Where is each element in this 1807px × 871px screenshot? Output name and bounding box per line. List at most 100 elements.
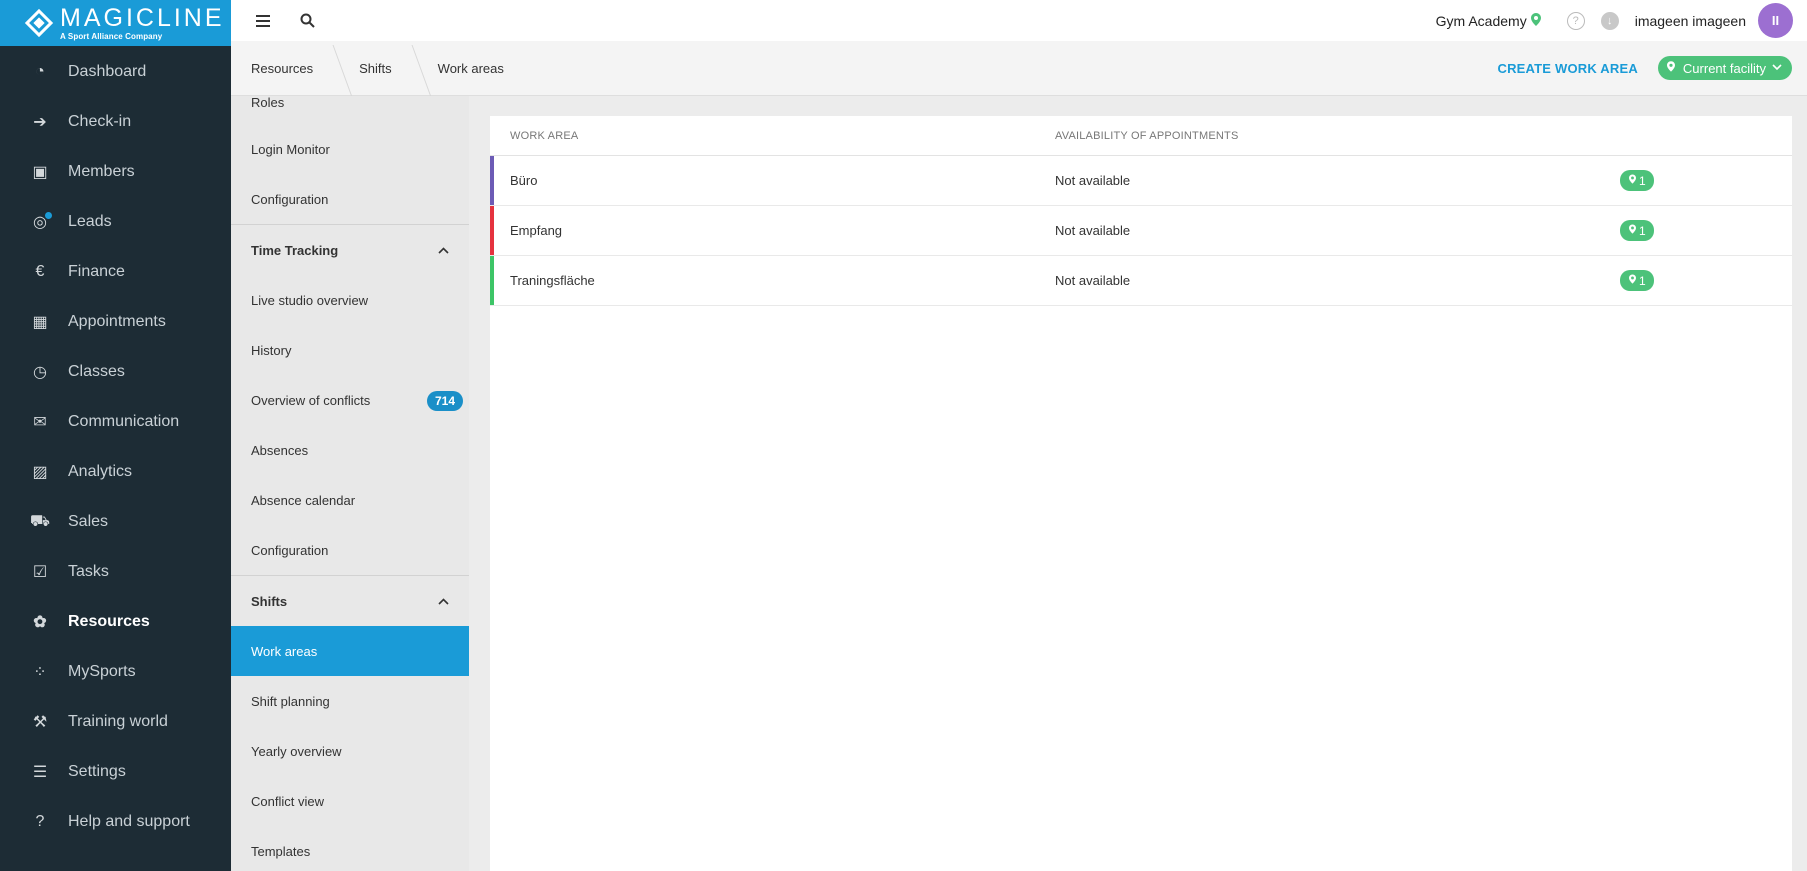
brand-name: MAGICLINE	[60, 3, 225, 32]
availability-value: Not available	[1055, 223, 1131, 238]
subnav-item-time-tracking-configuration[interactable]: Configuration	[231, 525, 469, 575]
nav-item-help[interactable]: ? Help and support	[0, 797, 231, 847]
nav-item-finance[interactable]: € Finance	[0, 247, 231, 297]
nav-item-tasks[interactable]: ☑ Tasks	[0, 547, 231, 597]
facility-count-badge[interactable]: 1	[1620, 270, 1654, 291]
finance-icon: €	[35, 263, 45, 280]
breadcrumb: Resources Shifts Work areas CREATE WORK …	[231, 41, 1807, 96]
check-in-icon: ➔	[33, 114, 47, 131]
subnav-label: Shift planning	[251, 693, 330, 709]
subnav-label: Work areas	[251, 643, 318, 659]
conflicts-count-badge: 714	[426, 391, 463, 411]
user-name[interactable]: imageen imageen	[1635, 13, 1746, 29]
section-title: Time Tracking	[251, 242, 339, 258]
table-row[interactable]: Traningsfläche Not available 1	[490, 256, 1792, 306]
subnav-section-shifts[interactable]: Shifts	[231, 575, 469, 626]
nav-item-settings[interactable]: ☰ Settings	[0, 747, 231, 797]
subnav-item-configuration[interactable]: Configuration	[231, 174, 469, 224]
subnav-item-live-studio-overview[interactable]: Live studio overview	[231, 275, 469, 325]
nav-label: Finance	[68, 263, 125, 280]
facility-count: 1	[1639, 223, 1646, 238]
work-area-name: Empfang	[510, 223, 563, 238]
subnav-item-roles[interactable]: Roles	[231, 96, 469, 124]
breadcrumb-shifts[interactable]: Shifts	[339, 41, 418, 96]
subnav-label: Configuration	[251, 542, 329, 558]
nav-item-mysports[interactable]: ⁘ MySports	[0, 647, 231, 697]
members-icon: ▣	[32, 164, 48, 181]
avatar[interactable]: II	[1758, 3, 1793, 38]
nav-item-analytics[interactable]: ▨ Analytics	[0, 447, 231, 497]
main-sidebar: MAGICLINE A Sport Alliance Company ◔ Dash…	[0, 0, 231, 871]
breadcrumb-work-areas: Work areas	[437, 60, 504, 76]
create-work-area-button[interactable]: CREATE WORK AREA	[1498, 61, 1638, 76]
work-areas-table: WORK AREA AVAILABILITY OF APPOINTMENTS B…	[490, 116, 1792, 871]
subnav-item-work-areas[interactable]: Work areas	[231, 626, 469, 676]
facility-count: 1	[1639, 173, 1646, 188]
nav-item-members[interactable]: ▣ Members	[0, 147, 231, 197]
nav-item-classes[interactable]: ◷ Classes	[0, 347, 231, 397]
nav-item-dashboard[interactable]: ◔ Dashboard	[0, 47, 231, 97]
current-facility-dropdown[interactable]: Current facility	[1657, 56, 1792, 80]
nav-item-communication[interactable]: ✉ Communication	[0, 397, 231, 447]
subnav-label: Configuration	[251, 191, 329, 207]
task-check-icon: ☑	[32, 564, 48, 581]
nav-item-sales[interactable]: ⛟ Sales	[0, 497, 231, 547]
nav-item-appointments[interactable]: ▦ Appointments	[0, 297, 231, 347]
dashboard-icon: ◔	[35, 63, 45, 80]
facility-label: Current facility	[1682, 60, 1766, 76]
sliders-icon: ☰	[32, 764, 48, 781]
nav-label: Analytics	[68, 463, 133, 480]
subnav-section-time-tracking[interactable]: Time Tracking	[231, 224, 469, 275]
nav-item-check-in[interactable]: ➔ Check-in	[0, 97, 231, 147]
breadcrumb-resources[interactable]: Resources	[231, 41, 339, 96]
column-header-work-area[interactable]: WORK AREA	[490, 130, 1055, 142]
main-content: WORK AREA AVAILABILITY OF APPOINTMENTS B…	[469, 96, 1807, 871]
nav-label: Members	[68, 163, 135, 180]
facility-count-badge[interactable]: 1	[1620, 220, 1654, 241]
help-icon[interactable]: ?	[1566, 11, 1585, 30]
facility-count-badge[interactable]: 1	[1620, 170, 1654, 191]
nav-label: Check-in	[68, 113, 132, 130]
nav-label: MySports	[68, 663, 136, 680]
nav-item-leads[interactable]: ◎ Leads	[0, 197, 231, 247]
nav-item-training-world[interactable]: ⚒ Training world	[0, 697, 231, 747]
subnav-label: Templates	[251, 843, 311, 859]
nav-label: Communication	[68, 413, 180, 430]
nav-label: Dashboard	[68, 63, 147, 80]
download-icon[interactable]: ↓	[1600, 11, 1619, 30]
resources-subnav: Roles Login Monitor Configuration Time T…	[231, 96, 469, 871]
nav-label: Settings	[68, 763, 126, 780]
subnav-item-history[interactable]: History	[231, 325, 469, 375]
subnav-label: Yearly overview	[251, 743, 342, 759]
column-header-availability[interactable]: AVAILABILITY OF APPOINTMENTS	[1055, 130, 1620, 142]
subnav-item-absence-calendar[interactable]: Absence calendar	[231, 475, 469, 525]
nav-item-resources[interactable]: ✿ Resources	[0, 597, 231, 647]
work-area-color-strip	[490, 156, 494, 205]
location-pin-icon	[1530, 12, 1541, 29]
subnav-item-overview-of-conflicts[interactable]: Overview of conflicts 714	[231, 375, 469, 425]
resources-icon: ✿	[33, 614, 47, 631]
subnav-label: Live studio overview	[251, 292, 369, 308]
location-pin-icon	[1666, 61, 1675, 75]
hamburger-menu-icon[interactable]	[252, 10, 274, 32]
studio-name[interactable]: Gym Academy	[1436, 13, 1527, 29]
search-icon[interactable]	[296, 10, 318, 32]
cart-icon: ⛟	[29, 513, 51, 530]
work-area-color-strip	[490, 206, 494, 255]
analytics-icon: ▨	[32, 464, 48, 481]
subnav-item-absences[interactable]: Absences	[231, 425, 469, 475]
main-nav: ◔ Dashboard ➔ Check-in ▣ Members ◎ Leads € Fi…	[0, 46, 231, 847]
subnav-item-yearly-overview[interactable]: Yearly overview	[231, 726, 469, 776]
location-pin-icon	[1629, 224, 1636, 237]
brand-logo[interactable]: MAGICLINE A Sport Alliance Company	[0, 0, 231, 46]
table-row[interactable]: Büro Not available 1	[490, 156, 1792, 206]
subnav-item-templates[interactable]: Templates	[231, 826, 469, 871]
table-header: WORK AREA AVAILABILITY OF APPOINTMENTS	[490, 116, 1792, 156]
location-pin-icon	[1629, 274, 1636, 287]
table-row[interactable]: Empfang Not available 1	[490, 206, 1792, 256]
subnav-item-conflict-view[interactable]: Conflict view	[231, 776, 469, 826]
nav-label: Sales	[68, 513, 109, 530]
subnav-item-login-monitor[interactable]: Login Monitor	[231, 124, 469, 174]
subnav-item-shift-planning[interactable]: Shift planning	[231, 676, 469, 726]
subnav-label: Login Monitor	[251, 141, 330, 157]
